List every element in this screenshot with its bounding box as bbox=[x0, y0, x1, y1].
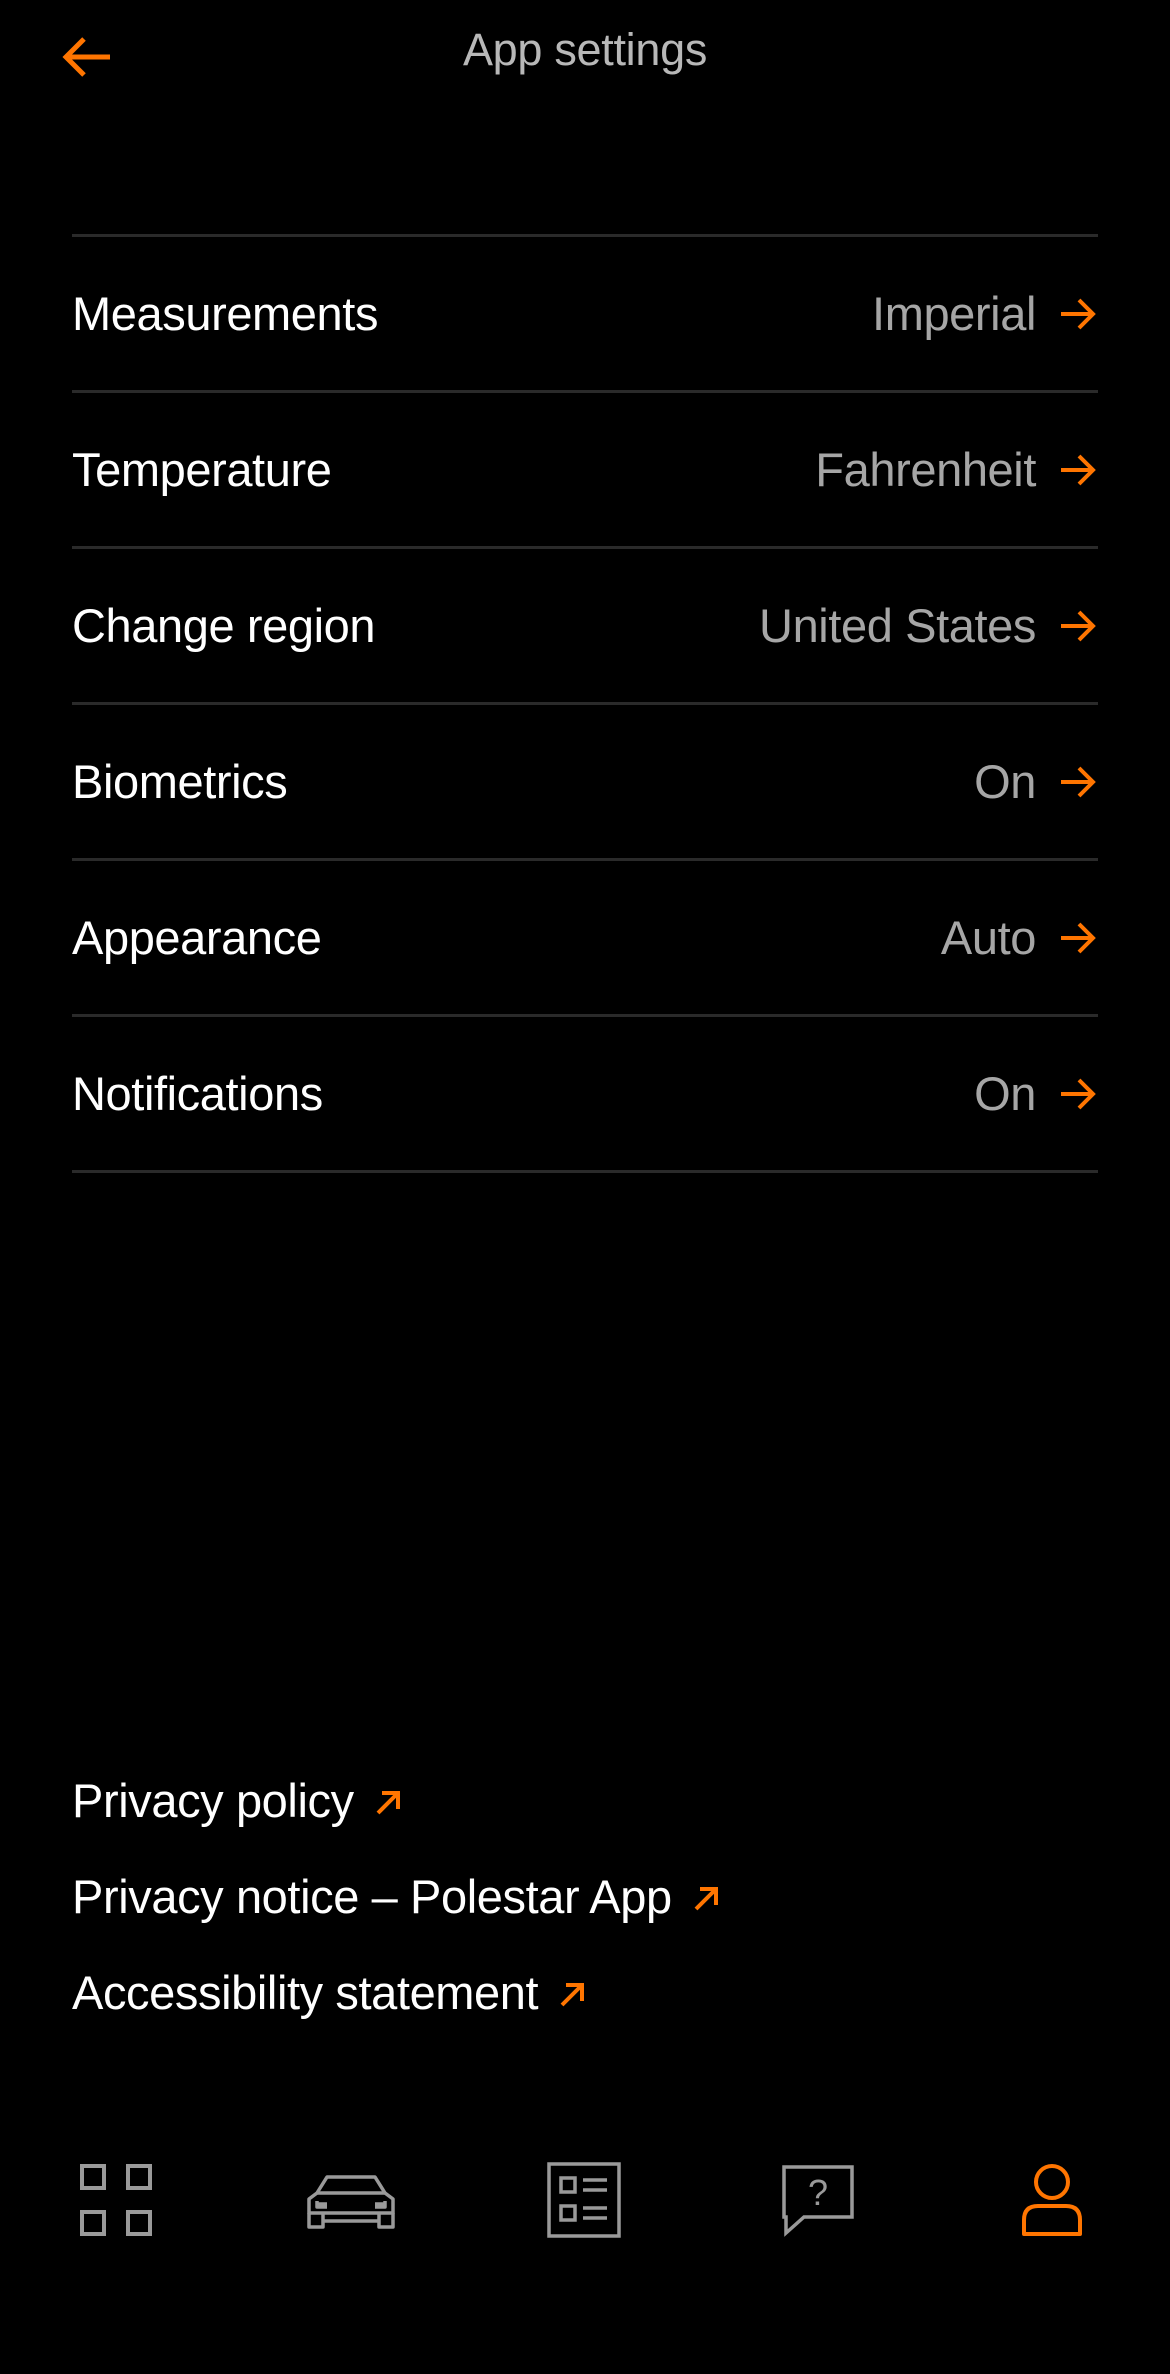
nav-dashboard[interactable] bbox=[66, 2150, 166, 2250]
help-chat-icon: ? bbox=[782, 2165, 854, 2237]
setting-value-group: Fahrenheit bbox=[815, 442, 1098, 497]
accessibility-statement-link[interactable]: Accessibility statement bbox=[72, 1944, 724, 2040]
arrow-right-icon bbox=[1061, 1078, 1096, 1109]
arrow-right-icon bbox=[1061, 610, 1096, 641]
setting-row-change-region[interactable]: Change region United States bbox=[72, 549, 1098, 705]
setting-row-temperature[interactable]: Temperature Fahrenheit bbox=[72, 393, 1098, 549]
setting-label: Temperature bbox=[72, 443, 332, 496]
header-bar: App settings bbox=[0, 0, 1170, 110]
svg-text:?: ? bbox=[808, 2172, 828, 2213]
arrow-right-icon bbox=[1061, 298, 1096, 329]
setting-value-group: Auto bbox=[941, 910, 1098, 965]
setting-row-notifications[interactable]: Notifications On bbox=[72, 1017, 1098, 1173]
setting-row-appearance[interactable]: Appearance Auto bbox=[72, 861, 1098, 1017]
setting-value-group: On bbox=[974, 754, 1098, 809]
privacy-notice-link[interactable]: Privacy notice – Polestar App bbox=[72, 1848, 724, 1944]
link-label: Privacy notice – Polestar App bbox=[72, 1869, 672, 1923]
person-icon bbox=[1022, 2164, 1082, 2236]
setting-value: Fahrenheit bbox=[815, 443, 1036, 496]
legal-links: Privacy policy Privacy notice – Polestar… bbox=[72, 1752, 724, 2040]
setting-value: On bbox=[974, 1067, 1036, 1120]
arrow-right-icon bbox=[1061, 454, 1096, 485]
setting-value: Auto bbox=[940, 911, 1036, 964]
setting-row-biometrics[interactable]: Biometrics On bbox=[72, 705, 1098, 861]
privacy-policy-link[interactable]: Privacy policy bbox=[72, 1752, 724, 1848]
setting-value: Imperial bbox=[872, 287, 1036, 340]
setting-value-group: United States bbox=[759, 598, 1098, 653]
setting-label: Biometrics bbox=[72, 755, 288, 808]
setting-label: Change region bbox=[72, 599, 376, 652]
setting-label: Notifications bbox=[72, 1067, 323, 1120]
car-icon bbox=[307, 2175, 395, 2229]
grid-icon bbox=[80, 2164, 152, 2236]
arrow-right-icon bbox=[1061, 922, 1096, 953]
setting-value-group: On bbox=[974, 1066, 1098, 1121]
link-label: Privacy policy bbox=[72, 1773, 354, 1827]
page-title: App settings bbox=[462, 24, 708, 75]
bottom-navigation: ? bbox=[0, 2150, 1170, 2250]
nav-checklist[interactable] bbox=[534, 2150, 634, 2250]
setting-value: On bbox=[974, 755, 1036, 808]
nav-profile[interactable] bbox=[1002, 2150, 1102, 2250]
arrow-right-icon bbox=[1061, 766, 1096, 797]
link-label: Accessibility statement bbox=[72, 1965, 539, 2019]
external-link-icon bbox=[694, 1887, 718, 1911]
setting-row-measurements[interactable]: Measurements Imperial bbox=[72, 237, 1098, 393]
nav-car[interactable] bbox=[296, 2150, 406, 2250]
settings-list: Measurements Imperial Temperature Fahren… bbox=[72, 234, 1098, 1173]
setting-label: Measurements bbox=[72, 287, 379, 340]
nav-support[interactable]: ? bbox=[768, 2150, 868, 2250]
setting-value-group: Imperial bbox=[872, 286, 1098, 341]
external-link-icon bbox=[376, 1791, 400, 1815]
setting-value: United States bbox=[759, 599, 1036, 652]
setting-label: Appearance bbox=[72, 911, 322, 964]
checklist-icon bbox=[547, 2162, 621, 2238]
external-link-icon bbox=[560, 1983, 585, 2007]
